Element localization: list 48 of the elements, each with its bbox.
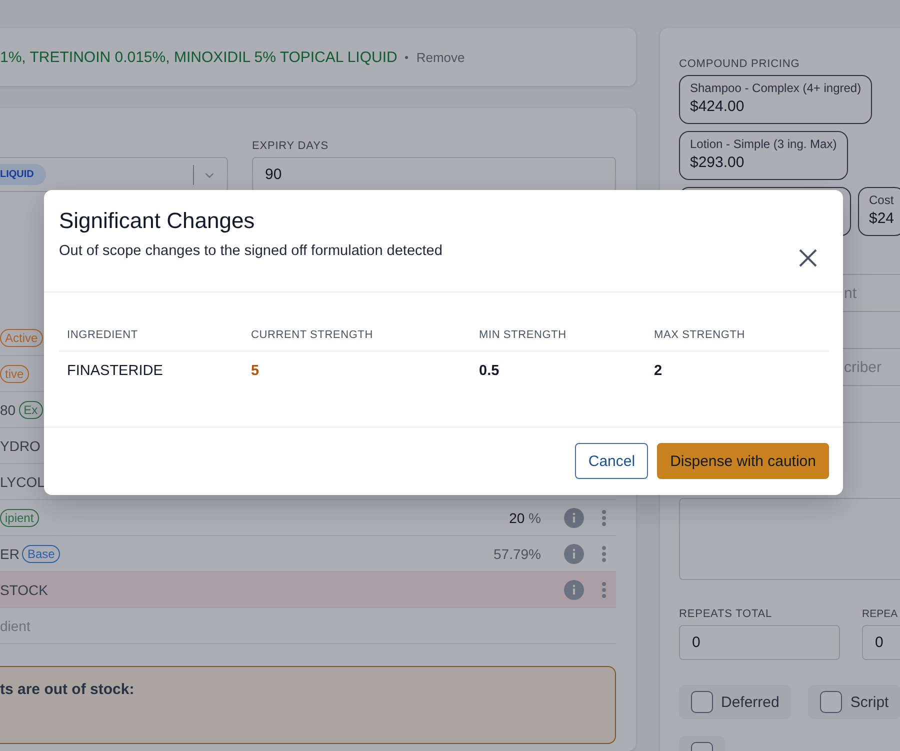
info-icon[interactable] (564, 544, 584, 564)
dialog-title: Significant Changes (59, 208, 256, 234)
column-header: MAX STRENGTH (654, 329, 746, 341)
table-cell-text: 5 (251, 363, 260, 379)
checkbox[interactable] (820, 691, 842, 713)
more-icon[interactable] (601, 544, 607, 563)
column-header: CURRENT STRENGTH (251, 329, 374, 341)
table-cell-text: 0.5 (479, 363, 500, 379)
checkbox-option[interactable]: Script (808, 685, 900, 719)
section-label: COMPOUND PRICING (679, 57, 801, 70)
more-icon[interactable] (601, 508, 607, 527)
ingredient-name: STOCK (0, 582, 48, 598)
table-cell-text: 2 (654, 363, 664, 379)
ingredient-name: LYCOL (0, 474, 45, 490)
info-icon[interactable] (564, 580, 584, 600)
ingredient-name: 80 (0, 402, 16, 418)
repeats-field[interactable]: 0 (679, 625, 840, 660)
dialog-subtitle: Out of scope changes to the signed off formulation detected (59, 243, 442, 259)
dispense-button[interactable]: Dispense with caution (657, 443, 829, 479)
ingredient-tag: Active (0, 328, 43, 347)
ingredient-tag: tive (0, 364, 29, 383)
warning-text: ts are out of stock: (0, 681, 134, 698)
pricing-option[interactable]: Cost $24 (858, 187, 900, 236)
table-cell-text: FINASTERIDE (67, 363, 164, 379)
field-label: REPEA (862, 607, 899, 620)
more-icon[interactable] (601, 580, 607, 599)
ingredient-name: YDRO (0, 438, 40, 454)
ingredient-name: ER (0, 546, 20, 562)
pricing-option[interactable]: Shampoo - Complex (4+ ingred) $424.00 (679, 75, 872, 124)
checkbox[interactable] (691, 691, 713, 713)
separator-dot (405, 56, 408, 59)
field-label: REPEATS TOTAL (679, 607, 774, 620)
ingredient-tag: Ex (18, 400, 43, 419)
info-icon[interactable] (564, 508, 584, 528)
remove-link[interactable]: Remove (416, 50, 465, 65)
checkbox-option[interactable]: Deferred (679, 685, 792, 719)
cancel-button[interactable]: Cancel (575, 443, 648, 479)
form-chip: LIQUID (0, 164, 46, 186)
ingredient-tag: ipient (0, 508, 39, 527)
ingredient-strength: 20 % (508, 510, 541, 526)
formulation-name: 1%, TRETINOIN 0.015%, MINOXIDIL 5% TOPICAL LIQUID (0, 48, 398, 66)
column-header: MIN STRENGTH (479, 329, 568, 341)
ingredient-strength: 57.79% (492, 546, 541, 562)
ingredient-tag: Base (22, 544, 60, 563)
field-label: EXPIRY DAYS (252, 139, 330, 152)
repeats-field[interactable]: 0 (862, 625, 900, 660)
column-header: INGREDIENT (67, 329, 139, 341)
pricing-option[interactable]: Lotion - Simple (3 ing. Max) $293.00 (679, 131, 848, 180)
